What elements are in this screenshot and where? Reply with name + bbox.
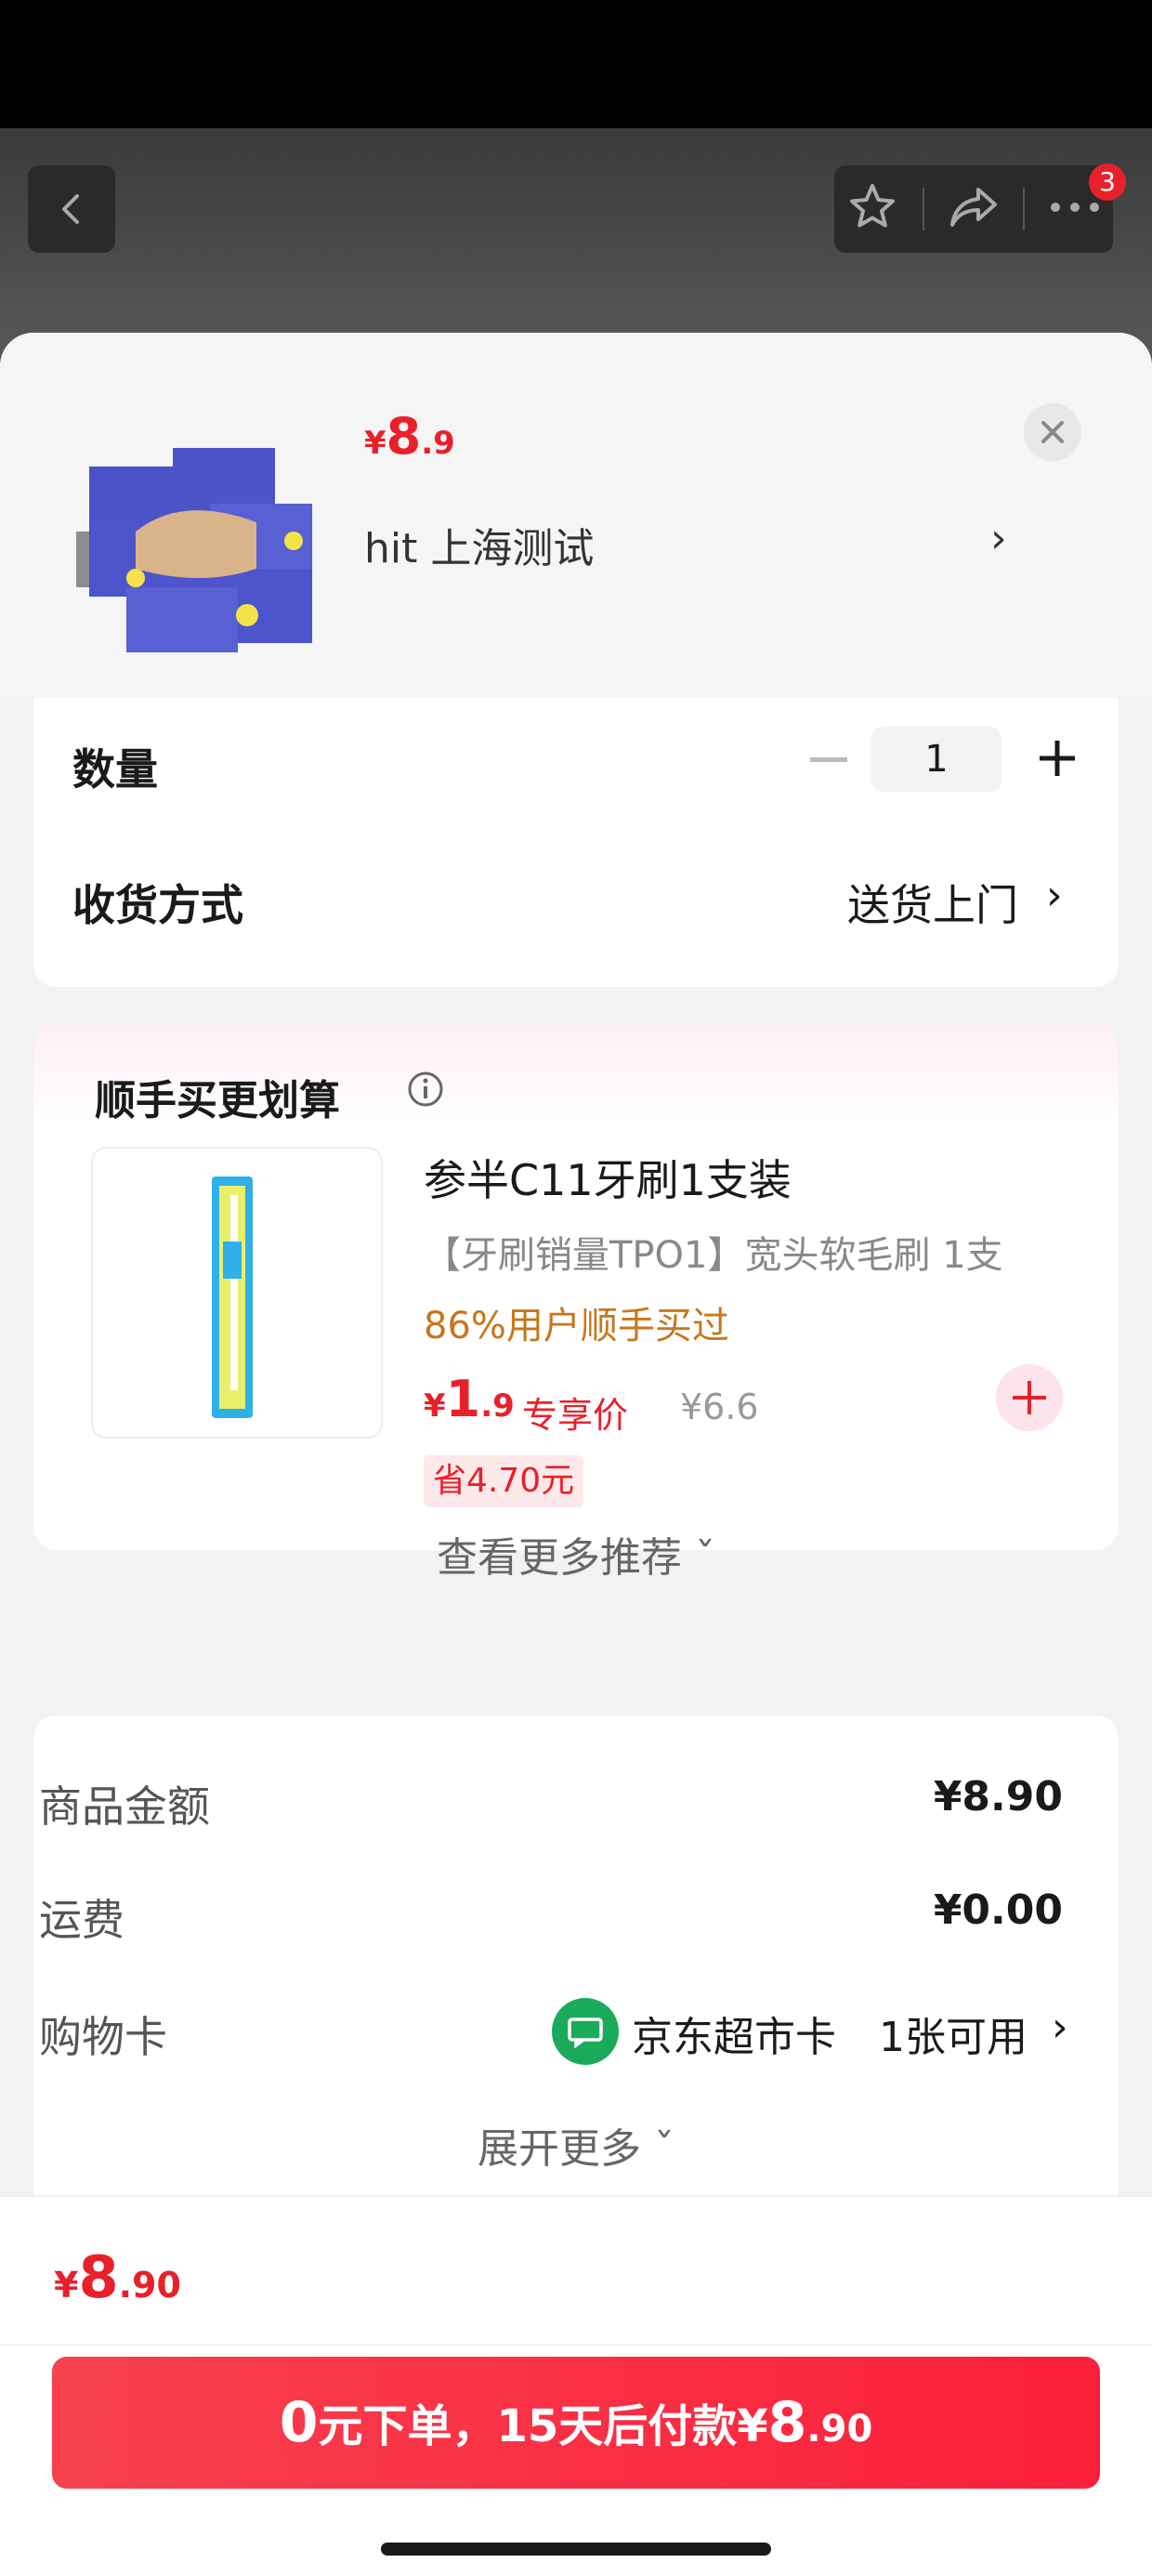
- back-button[interactable]: [28, 165, 115, 253]
- gift-card-name[interactable]: 京东超市卡: [632, 2004, 836, 2063]
- exclusive-price-tag: 专享价: [522, 1395, 629, 1436]
- supermarket-card-icon: [552, 1998, 619, 2065]
- options-card: 数量 1 收货方式 送货上门 ›: [33, 697, 1119, 987]
- recommend-item-desc: 【牙刷销量TPO1】宽头软毛刷 1支: [424, 1234, 1003, 1277]
- nav-divider: [922, 188, 924, 230]
- price-decimal: .9: [421, 425, 455, 462]
- chevron-left-icon: [62, 194, 79, 224]
- delivery-method-label: 收货方式: [72, 880, 243, 930]
- total-price: ¥8.90: [54, 2243, 181, 2311]
- close-icon: [1041, 421, 1064, 443]
- gift-card-label: 购物卡: [39, 2012, 167, 2062]
- sheet-header: ¥8.9 hit 上海测试 ›: [0, 333, 1152, 697]
- price-currency: ¥: [54, 2265, 79, 2306]
- checkout-footer: ¥8.90 0元下单，15天后付款¥8.90: [0, 2195, 1152, 2576]
- delivery-address[interactable]: hit 上海测试: [364, 515, 594, 574]
- gift-card-availability[interactable]: 1张可用: [879, 2004, 1028, 2063]
- footer-divider: [0, 2344, 1152, 2346]
- original-price: ¥6.6: [680, 1387, 759, 1427]
- pay-button-amount-dec: .90: [806, 2408, 873, 2451]
- price-integer: 1: [445, 1370, 481, 1428]
- recommend-item-stat: 86%用户顺手买过: [424, 1305, 729, 1347]
- shipping-label: 运费: [39, 1895, 124, 1945]
- pay-later-button[interactable]: 0元下单，15天后付款¥8.90: [52, 2357, 1100, 2489]
- pay-button-amount-int: 8: [767, 2390, 807, 2455]
- product-price: ¥8.9: [364, 407, 455, 466]
- info-icon[interactable]: [407, 1071, 444, 1108]
- share-button[interactable]: [947, 180, 1001, 238]
- close-button[interactable]: [1024, 403, 1081, 461]
- pay-button-zero: 0: [279, 2390, 319, 2455]
- share-icon: [949, 188, 997, 227]
- goods-amount-value: ¥8.90: [933, 1773, 1063, 1820]
- plus-icon: [1013, 1381, 1046, 1414]
- recommend-item-image[interactable]: [91, 1147, 383, 1439]
- delivery-method-value[interactable]: 送货上门: [847, 872, 1018, 933]
- price-decimal: .90: [118, 2265, 181, 2306]
- pay-button-text: 元下单，15天后付款¥: [318, 2400, 768, 2452]
- savings-badge: 省4.70元: [424, 1455, 584, 1507]
- shipping-value: ¥0.00: [933, 1886, 1063, 1934]
- add-item-button[interactable]: [996, 1364, 1063, 1431]
- plus-icon: [1040, 741, 1075, 776]
- toothbrush-image: [212, 1176, 253, 1418]
- card-glyph-icon: [568, 2017, 603, 2048]
- price-integer: 8: [386, 407, 422, 466]
- quantity-label: 数量: [72, 744, 158, 795]
- recommend-title: 顺手买更划算: [95, 1077, 340, 1124]
- notification-badge: 3: [1089, 164, 1126, 201]
- recommend-item-name[interactable]: 参半C11牙刷1支装: [424, 1147, 792, 1208]
- home-indicator[interactable]: [381, 2543, 771, 2556]
- price-currency: ¥: [424, 1387, 446, 1425]
- star-icon: [850, 184, 896, 228]
- nav-action-group: [834, 165, 1113, 253]
- favorite-button[interactable]: [845, 180, 899, 238]
- quantity-input[interactable]: 1: [871, 727, 1001, 792]
- quantity-plus-button[interactable]: [1029, 730, 1085, 786]
- delivery-chevron-icon[interactable]: ›: [1046, 872, 1063, 919]
- price-currency: ¥: [364, 425, 386, 462]
- price-decimal: .9: [480, 1387, 515, 1425]
- quantity-minus-button[interactable]: [803, 734, 855, 786]
- status-bar: [0, 0, 1152, 128]
- product-thumbnail[interactable]: [71, 429, 327, 656]
- more-button[interactable]: [1048, 198, 1102, 220]
- nav-divider: [1023, 188, 1026, 230]
- minus-icon: [810, 757, 847, 762]
- gift-card-chevron-icon[interactable]: ›: [1052, 2004, 1068, 2051]
- address-chevron-icon[interactable]: ›: [990, 515, 1007, 562]
- recommend-card: 顺手买更划算 参半C11牙刷1支装 【牙刷销量TPO1】宽头软毛刷 1支 86%…: [33, 1022, 1119, 1582]
- recommend-item-price: ¥1.9: [424, 1370, 515, 1428]
- goods-amount-label: 商品金额: [39, 1781, 210, 1832]
- more-dots-icon: [1050, 203, 1099, 212]
- more-recommendations-link[interactable]: 查看更多推荐 ˇ: [33, 1524, 1119, 1584]
- expand-more-link[interactable]: 展开更多 ˇ: [0, 2115, 1152, 2175]
- price-integer: 8: [78, 2243, 119, 2311]
